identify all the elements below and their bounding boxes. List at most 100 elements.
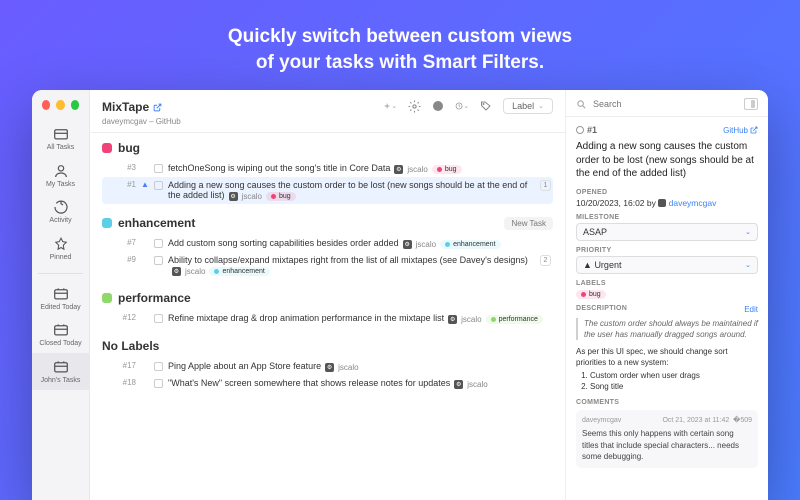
comment: daveymcgavOct 21, 2023 at 11:42 �509Seem… [576, 410, 758, 468]
sidebar-item-my-tasks[interactable]: My Tasks [32, 157, 89, 194]
header-toolbar: ⌄ ⌄ Label⌄ [383, 98, 553, 114]
sidebar-icon [52, 236, 70, 252]
task-row[interactable]: #3fetchOneSong is wiping out the song's … [102, 160, 553, 177]
toggle-panel-icon[interactable] [744, 98, 758, 110]
labels-value[interactable]: bug [576, 289, 758, 299]
task-list: bug#3fetchOneSong is wiping out the song… [90, 133, 565, 500]
milestone-label: MILESTONE [576, 214, 758, 221]
task-row[interactable]: #18"What's New" screen somewhere that sh… [102, 375, 553, 392]
task-checkbox[interactable] [154, 314, 163, 323]
opened-label: OPENED [576, 189, 758, 196]
task-checkbox[interactable] [154, 362, 163, 371]
project-title[interactable]: MixTape [102, 100, 162, 114]
task-row[interactable]: #9Ability to collapse/expand mixtapes ri… [102, 252, 553, 279]
task-title: Ping Apple about an App Store feature [168, 361, 321, 371]
task-title: Adding a new song causes the custom orde… [168, 180, 527, 200]
task-checkbox[interactable] [154, 181, 163, 190]
edit-description-link[interactable]: Edit [744, 305, 758, 314]
description-list-item: Custom order when user drags [590, 370, 758, 381]
group-title: enhancement [118, 216, 195, 230]
group-title: bug [118, 141, 140, 155]
labels-label: LABELS [576, 280, 758, 287]
tag-bug: bug [432, 165, 462, 174]
task-number: #3 [118, 163, 136, 172]
minimize-dot[interactable] [56, 100, 64, 110]
group-color-swatch [102, 293, 112, 303]
task-number: #17 [118, 361, 136, 370]
opened-value: 10/20/2023, 16:02 by daveymcgav [576, 198, 758, 208]
task-row[interactable]: #12Refine mixtape drag & drop animation … [102, 310, 553, 327]
comment-count: 2 [540, 255, 551, 266]
sidebar-smart-john-s-tasks[interactable]: John's Tasks [32, 353, 89, 390]
search-icon [576, 99, 587, 110]
priority-select[interactable]: ▲ Urgent⌄ [576, 256, 758, 274]
priority-label: PRIORITY [576, 247, 758, 254]
project-subtitle: daveymcgav – GitHub [102, 117, 383, 126]
sidebar: All TasksMy TasksActivityPinned Edited T… [32, 90, 90, 500]
comment-author: daveymcgav [582, 416, 621, 426]
group-title: No Labels [102, 339, 159, 353]
task-checkbox[interactable] [154, 256, 163, 265]
task-checkbox[interactable] [154, 164, 163, 173]
assignee-name: jscalo [242, 192, 262, 201]
close-dot[interactable] [42, 100, 50, 110]
header: MixTape daveymcgav – GitHub ⌄ ⌄ Label⌄ [90, 90, 565, 133]
tag-enhancement: enhancement [209, 267, 269, 276]
sidebar-smart-edited-today[interactable]: Edited Today [32, 280, 89, 317]
tag-performance: performance [486, 315, 543, 324]
avatar-icon: ⚙ [172, 267, 181, 276]
new-task-button[interactable]: New Task [504, 217, 553, 230]
sidebar-icon [52, 126, 70, 142]
task-row[interactable]: #17 Ping Apple about an App Store feature… [102, 358, 553, 375]
task-number: #7 [118, 238, 136, 247]
main-panel: MixTape daveymcgav – GitHub ⌄ ⌄ Label⌄ b… [90, 90, 565, 500]
task-checkbox[interactable] [154, 379, 163, 388]
task-checkbox[interactable] [154, 239, 163, 248]
task-row[interactable]: #7Add custom song sorting capabilities b… [102, 235, 553, 252]
task-title: "What's New" screen somewhere that shows… [168, 378, 450, 388]
sidebar-icon [52, 199, 70, 215]
assignee-name: jscalo [338, 363, 358, 372]
avatar-icon: ⚙ [403, 240, 412, 249]
filter-icon[interactable] [431, 99, 445, 113]
folder-icon [52, 359, 70, 375]
clock-icon[interactable]: ⌄ [455, 99, 469, 113]
sidebar-icon [52, 163, 70, 179]
external-link-icon [153, 103, 162, 112]
sidebar-item-activity[interactable]: Activity [32, 193, 89, 230]
avatar-icon: ⚙ [325, 363, 334, 372]
avatar-icon: ⚙ [394, 165, 403, 174]
priority-icon: ▲ [141, 180, 149, 189]
sidebar-item-all-tasks[interactable]: All Tasks [32, 120, 89, 157]
assignee-name: jscalo [416, 240, 436, 249]
tag-bug[interactable]: bug [576, 290, 606, 299]
github-link[interactable]: GitHub [723, 126, 758, 135]
comment-date: Oct 21, 2023 at 11:42 �509 [662, 416, 752, 426]
group-no-labels: No Labels #17 Ping Apple about an App Stor… [102, 339, 553, 392]
group-bug: bug#3fetchOneSong is wiping out the song… [102, 141, 553, 204]
task-title: Ability to collapse/expand mixtapes righ… [168, 255, 528, 265]
tag-icon[interactable] [479, 99, 493, 113]
detail-panel: #1 GitHub Adding a new song causes the c… [565, 90, 768, 500]
group-title: performance [118, 291, 191, 305]
assignee-name: jscalo [185, 267, 205, 276]
search-input[interactable] [593, 99, 738, 109]
milestone-select[interactable]: ASAP⌄ [576, 223, 758, 241]
issue-title: Adding a new song causes the custom orde… [576, 140, 758, 181]
avatar-icon: ⚙ [448, 315, 457, 324]
assignee-name: jscalo [407, 165, 427, 174]
issue-number: #1 [576, 125, 597, 135]
sidebar-item-pinned[interactable]: Pinned [32, 230, 89, 267]
maximize-dot[interactable] [71, 100, 79, 110]
group-color-swatch [102, 218, 112, 228]
group-color-swatch [102, 143, 112, 153]
folder-icon [52, 322, 70, 338]
promo-headline: Quickly switch between custom views of y… [0, 0, 800, 93]
settings-icon[interactable] [407, 99, 421, 113]
add-button[interactable]: ⌄ [383, 99, 397, 113]
task-row[interactable]: #1▲Adding a new song causes the custom o… [102, 177, 553, 204]
label-dropdown[interactable]: Label⌄ [503, 98, 553, 114]
detail-header [566, 90, 768, 117]
sidebar-smart-closed-today[interactable]: Closed Today [32, 316, 89, 353]
folder-icon [52, 286, 70, 302]
